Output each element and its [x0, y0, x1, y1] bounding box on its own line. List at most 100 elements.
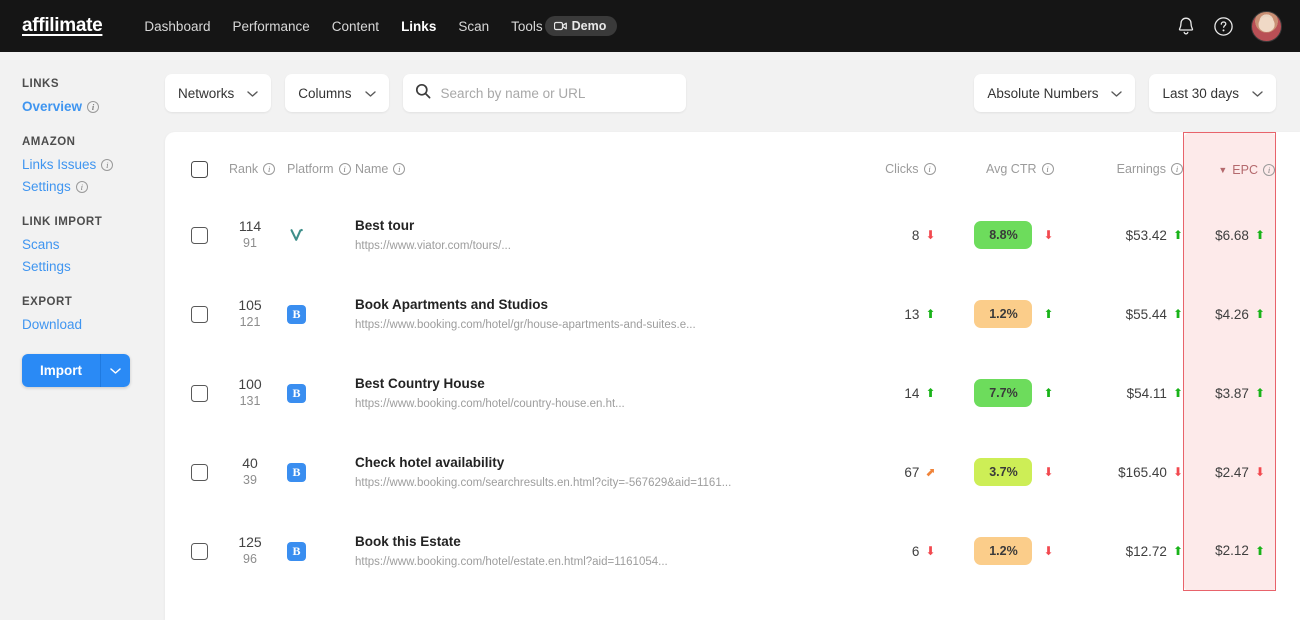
earnings-cell: $165.40 ⬇: [1054, 433, 1184, 512]
table-row[interactable]: 40 39 B Check hotel availability https://www…: [191, 432, 1276, 512]
columns-filter[interactable]: Columns: [285, 74, 389, 112]
link-url[interactable]: https://www.booking.com/hotel/gr/house-a…: [355, 319, 755, 331]
sidebar-group-amazon: AMAZON Links Issues i Settings i: [22, 136, 165, 194]
question-circle-icon[interactable]: [1213, 16, 1234, 37]
bell-icon[interactable]: [1176, 16, 1196, 37]
link-url[interactable]: https://www.booking.com/hotel/country-ho…: [355, 398, 755, 410]
clicks-value: 14: [904, 385, 920, 401]
earnings-trend-icon: ⬆: [1172, 228, 1183, 242]
nav-item-links[interactable]: Links: [401, 19, 436, 34]
link-url[interactable]: https://www.viator.com/tours/...: [355, 240, 755, 252]
platform-cell: [287, 196, 355, 275]
link-name[interactable]: Book Apartments and Studios: [355, 297, 826, 312]
info-icon[interactable]: i: [75, 180, 88, 193]
rank-cell: 100 131: [229, 354, 287, 433]
demo-badge[interactable]: Demo: [544, 16, 618, 36]
avg-ctr-trend-icon: ⬇: [1043, 228, 1054, 242]
sidebar-item-label: Download: [22, 317, 83, 332]
table-row[interactable]: 125 96 B Book this Estate https://www.bookin…: [191, 511, 1276, 591]
row-checkbox[interactable]: [191, 463, 208, 481]
link-name[interactable]: Check hotel availability: [355, 455, 826, 470]
column-header-label: Earnings: [1116, 162, 1166, 176]
sidebar-item-settings[interactable]: Settings: [22, 259, 165, 274]
column-header-plat[interactable]: Platform i: [287, 133, 355, 196]
sidebar-item-overview[interactable]: Overview i: [22, 99, 165, 114]
column-header-rank[interactable]: Rank i: [229, 133, 287, 196]
sidebar-item-scans[interactable]: Scans: [22, 237, 165, 252]
clicks-value: 6: [911, 543, 920, 559]
booking-logo: B: [287, 304, 306, 324]
sidebar-item-links-issues[interactable]: Links Issues i: [22, 157, 165, 172]
info-icon[interactable]: i: [263, 163, 276, 175]
column-header-clicks[interactable]: Clicks i: [826, 133, 936, 196]
nav-item-tools[interactable]: Tools: [511, 19, 543, 34]
import-dropdown-toggle[interactable]: [100, 354, 130, 387]
table-row[interactable]: 105 121 B Book Apartments and Studios https:…: [191, 274, 1276, 354]
select-all-checkbox[interactable]: [191, 160, 208, 178]
clicks-cell: 13 ⬆: [826, 275, 935, 354]
link-name[interactable]: Book this Estate: [355, 534, 826, 549]
info-icon[interactable]: i: [1041, 163, 1054, 175]
earnings-cell: $55.44 ⬆: [1054, 275, 1184, 354]
avg-ctr-trend-icon: ⬇: [1043, 544, 1054, 558]
avg-ctr-badge: 8.8%: [974, 221, 1033, 249]
epc-cell: $3.87 ⬆: [1183, 353, 1276, 433]
numbers-mode-filter[interactable]: Absolute Numbers: [974, 74, 1136, 112]
info-icon[interactable]: i: [338, 163, 351, 175]
nav-item-content[interactable]: Content: [332, 19, 379, 34]
brand-logo[interactable]: affilimate: [22, 15, 103, 37]
rank-cell: 40 39: [229, 433, 287, 512]
row-checkbox[interactable]: [191, 226, 208, 244]
avatar[interactable]: [1251, 10, 1282, 42]
row-select-cell: [191, 354, 229, 433]
video-camera-icon: [553, 21, 567, 31]
info-icon[interactable]: i: [87, 100, 100, 113]
column-header-label: Avg CTR: [986, 162, 1037, 176]
info-icon[interactable]: i: [101, 158, 114, 171]
link-url[interactable]: https://www.booking.com/hotel/estate.en.…: [355, 556, 755, 568]
row-checkbox[interactable]: [191, 384, 208, 402]
table-row[interactable]: 100 131 B Best Country House https://www.boo…: [191, 353, 1276, 433]
column-header-label: Clicks: [885, 162, 919, 176]
column-header-name[interactable]: Name i: [355, 133, 826, 196]
sidebar-item-download[interactable]: Download: [22, 317, 165, 332]
link-name[interactable]: Best tour: [355, 218, 826, 233]
booking-logo: B: [287, 462, 306, 482]
avg-ctr-trend-icon: ⬆: [1043, 386, 1054, 400]
clicks-cell: 8 ⬇: [826, 196, 936, 275]
search-box[interactable]: [402, 74, 687, 112]
top-navigation-bar: affilimate Dashboard Performance Content Li…: [0, 0, 1300, 52]
link-name[interactable]: Best Country House: [355, 376, 826, 391]
row-checkbox[interactable]: [191, 542, 208, 560]
sidebar-item-label: Settings: [22, 259, 71, 274]
filter-toolbar: Networks Columns Search by name or URL A…: [165, 52, 1300, 132]
sidebar-item-label: Links Issues: [22, 157, 97, 172]
epc-value: $3.87: [1215, 385, 1249, 401]
column-header-epc[interactable]: ▼ EPC i: [1183, 132, 1276, 196]
column-header-label: Platform: [287, 162, 334, 176]
networks-filter[interactable]: Networks: [165, 74, 272, 112]
nav-item-performance[interactable]: Performance: [232, 19, 309, 34]
info-icon[interactable]: i: [923, 163, 936, 175]
column-header-earn[interactable]: Earnings i: [1054, 133, 1184, 196]
nav-item-scan[interactable]: Scan: [458, 19, 489, 34]
avg-ctr-badge: 1.2%: [974, 537, 1033, 565]
link-url[interactable]: https://www.booking.com/searchresults.en…: [355, 477, 755, 489]
epc-cell: $2.47 ⬇: [1183, 432, 1276, 512]
table-row[interactable]: 114 91 Best tour https://www.viator.com/tou…: [191, 195, 1276, 275]
earnings-cell: $12.72 ⬆: [1054, 512, 1184, 591]
earnings-value: $54.11: [1126, 385, 1167, 401]
import-button[interactable]: Import: [22, 354, 100, 387]
search-input[interactable]: [440, 85, 675, 101]
nav-item-dashboard[interactable]: Dashboard: [144, 19, 210, 34]
column-header-ctr[interactable]: Avg CTR i: [936, 133, 1054, 196]
info-icon[interactable]: i: [393, 163, 406, 175]
clicks-trend-icon: ⬆: [925, 386, 936, 400]
date-range-filter[interactable]: Last 30 days: [1149, 74, 1277, 112]
sidebar-item-settings[interactable]: Settings i: [22, 179, 165, 194]
info-icon[interactable]: i: [1171, 163, 1183, 175]
info-icon[interactable]: i: [1263, 163, 1275, 176]
viator-logo: [287, 225, 307, 245]
row-checkbox[interactable]: [191, 305, 208, 323]
epc-trend-icon: ⬆: [1254, 307, 1265, 321]
